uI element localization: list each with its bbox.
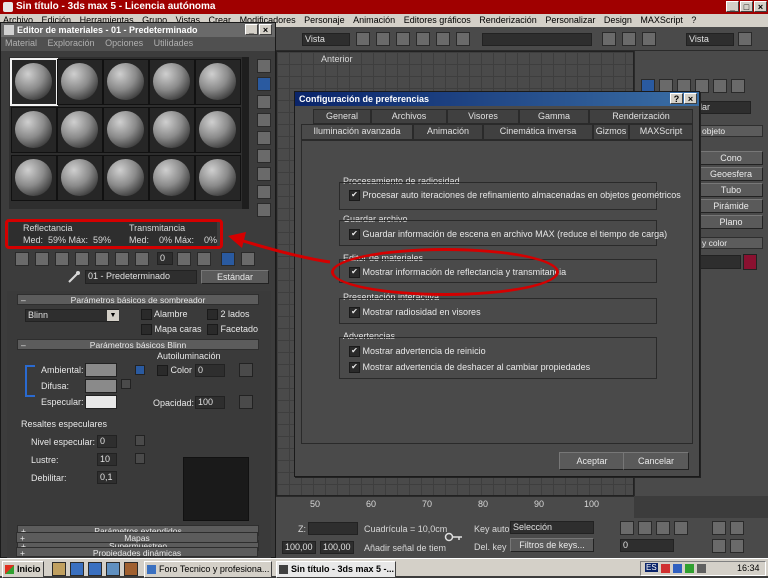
speaker-icon[interactable]	[697, 564, 706, 573]
start-button[interactable]: Inicio	[2, 561, 44, 578]
quicklaunch-icon[interactable]	[124, 562, 138, 576]
tray-icon[interactable]	[673, 564, 682, 573]
quicklaunch-icon[interactable]	[70, 562, 84, 576]
task-3dsmax-button[interactable]: Sin título - 3ds max 5 -...	[276, 561, 396, 578]
tray-icon[interactable]	[685, 564, 694, 573]
tray-icon[interactable]	[661, 564, 670, 573]
quicklaunch-icon[interactable]	[106, 562, 120, 576]
quicklaunch-icon[interactable]	[52, 562, 66, 576]
browser-icon	[147, 565, 156, 574]
red-arrow-icon	[228, 232, 331, 264]
quicklaunch-icon[interactable]	[88, 562, 102, 576]
language-indicator[interactable]: ES	[645, 563, 658, 572]
task-forum-button[interactable]: Foro Tecnico y profesiona...	[144, 561, 272, 578]
taskbar: Inicio Foro Tecnico y profesiona... Sin …	[0, 558, 768, 578]
system-tray: ES 16:34	[640, 561, 766, 576]
max-icon	[279, 565, 288, 574]
clock: 16:34	[737, 563, 760, 573]
windows-logo-icon	[5, 565, 14, 574]
